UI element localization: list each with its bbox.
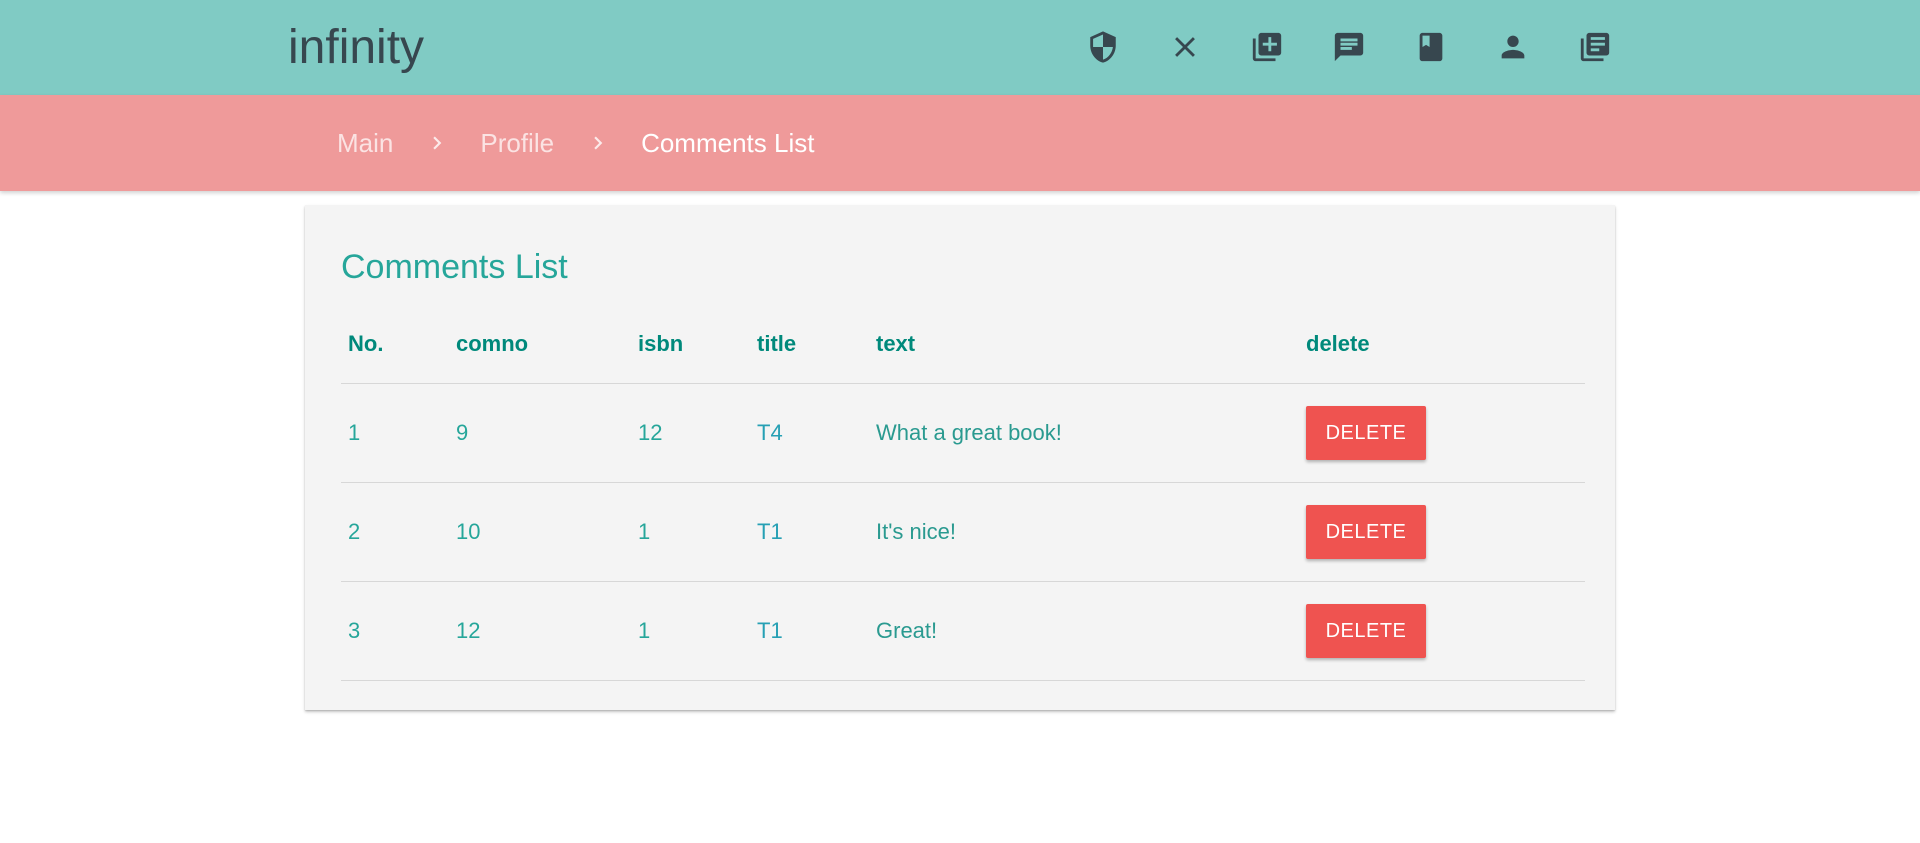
shield-icon[interactable] [1085, 27, 1121, 67]
cell-no: 1 [341, 383, 449, 483]
library-books-icon[interactable] [1577, 27, 1613, 67]
cell-text: Great! [869, 581, 1299, 681]
delete-button[interactable]: DELETE [1306, 505, 1426, 559]
cell-isbn: 1 [631, 482, 750, 582]
brand-logo[interactable]: infinity [288, 18, 424, 78]
header-delete: delete [1299, 305, 1585, 384]
breadcrumb-trail: Main Profile Comments List [337, 95, 814, 191]
person-icon[interactable] [1495, 27, 1531, 67]
table-row: 2 10 1 T1 It's nice! DELETE [341, 482, 1585, 582]
cell-delete: DELETE [1299, 581, 1585, 681]
cell-comno: 9 [449, 383, 631, 483]
page-title: Comments List [341, 248, 568, 286]
close-icon[interactable] [1167, 27, 1203, 67]
chevron-right-icon [424, 130, 450, 156]
comments-table: No. comno isbn title text delete 1 9 12 … [341, 305, 1585, 681]
chevron-right-icon [585, 130, 611, 156]
table-row: 3 12 1 T1 Great! DELETE [341, 581, 1585, 681]
cell-text: It's nice! [869, 482, 1299, 582]
comment-icon[interactable] [1331, 27, 1367, 67]
cell-delete: DELETE [1299, 482, 1585, 582]
header-isbn: isbn [631, 305, 750, 384]
header-title: title [750, 305, 869, 384]
breadcrumb-comments-list: Comments List [641, 127, 815, 158]
cell-delete: DELETE [1299, 383, 1585, 483]
cell-comno: 10 [449, 482, 631, 582]
cell-title: T1 [750, 482, 869, 582]
cell-no: 3 [341, 581, 449, 681]
book-icon[interactable] [1413, 27, 1449, 67]
header-comno: comno [449, 305, 631, 384]
header-no: No. [341, 305, 449, 384]
cell-comno: 12 [449, 581, 631, 681]
cell-isbn: 12 [631, 383, 750, 483]
top-navbar: infinity [0, 0, 1920, 95]
cell-text: What a great book! [869, 383, 1299, 483]
cell-title: T4 [750, 383, 869, 483]
breadcrumb-main[interactable]: Main [337, 128, 393, 159]
table-row: 1 9 12 T4 What a great book! DELETE [341, 383, 1585, 483]
cell-no: 2 [341, 482, 449, 582]
add-library-icon[interactable] [1249, 27, 1285, 67]
cell-title: T1 [750, 581, 869, 681]
breadcrumb: Main Profile Comments List [0, 95, 1920, 191]
breadcrumb-profile[interactable]: Profile [480, 128, 554, 159]
delete-button[interactable]: DELETE [1306, 406, 1426, 460]
cell-isbn: 1 [631, 581, 750, 681]
header-text: text [869, 305, 1299, 384]
nav-icons [1085, 27, 1613, 67]
delete-button[interactable]: DELETE [1306, 604, 1426, 658]
table-header-row: No. comno isbn title text delete [341, 305, 1585, 384]
comments-card: Comments List No. comno isbn title text … [305, 205, 1615, 710]
